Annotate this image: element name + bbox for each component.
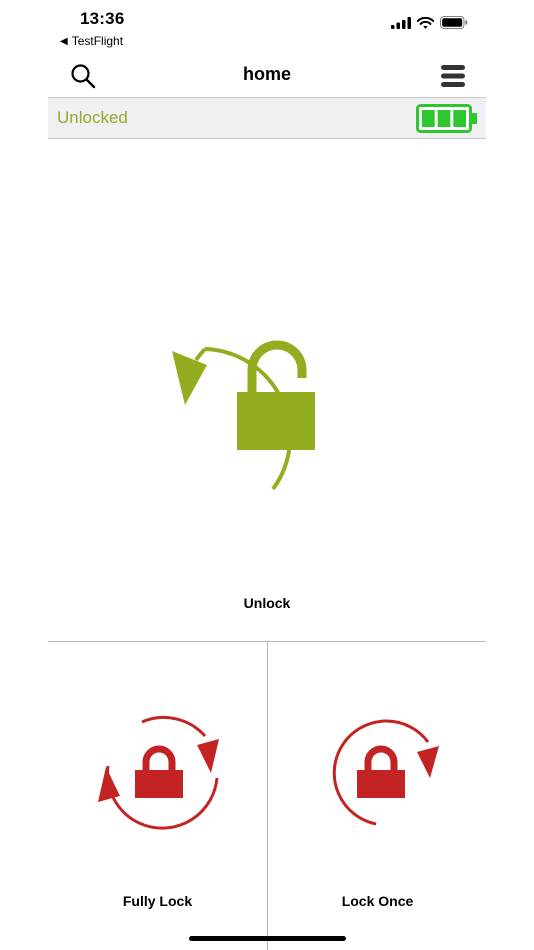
cellular-signal-icon (391, 16, 411, 29)
lock-once-rotate-icon (332, 719, 439, 826)
back-app-label: TestFlight (71, 34, 124, 48)
battery-level-bar (422, 110, 435, 127)
lock-state-label: Unlocked (57, 108, 128, 127)
nav-header: home (48, 54, 486, 96)
page-title: home (242, 64, 291, 84)
wifi-icon (417, 16, 434, 29)
status-bar: 13:36 ◀ TestFlight (0, 0, 534, 52)
unlock-rotate-icon (172, 340, 315, 491)
unlock-button[interactable]: Unlock (48, 140, 486, 640)
menu-button[interactable] (440, 63, 466, 89)
lock-once-label: Lock Once (341, 893, 414, 909)
back-arrow-icon: ◀ (60, 35, 68, 47)
hamburger-menu-icon (441, 65, 465, 87)
back-to-app-link[interactable]: ◀ TestFlight (60, 34, 123, 48)
fully-lock-button[interactable]: Fully Lock (48, 642, 267, 932)
home-indicator[interactable] (189, 936, 346, 941)
unlock-label: Unlock (243, 595, 291, 611)
status-time: 13:36 (80, 9, 125, 28)
battery-level-bar (437, 110, 451, 127)
status-icons (391, 16, 468, 29)
lock-once-button[interactable]: Lock Once (268, 642, 487, 932)
device-battery-icon (416, 104, 477, 133)
lock-state-bar: Unlocked (48, 97, 486, 139)
lock-double-rotate-icon (98, 715, 219, 830)
battery-level-bar (453, 110, 466, 127)
fully-lock-label: Fully Lock (122, 893, 193, 909)
battery-icon (440, 16, 468, 29)
